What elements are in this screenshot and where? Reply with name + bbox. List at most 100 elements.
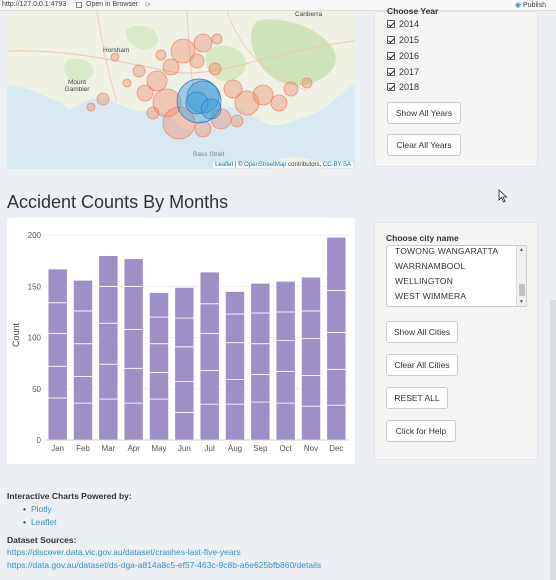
bar-oct[interactable] (275, 280, 296, 441)
bar-segment[interactable] (275, 311, 296, 342)
bar-segment[interactable] (250, 401, 271, 441)
bar-sep[interactable] (250, 282, 271, 441)
bar-segment[interactable] (199, 271, 220, 305)
city-option[interactable]: WEST WIMMERA (395, 289, 466, 303)
bar-segment[interactable] (98, 398, 119, 441)
bar-segment[interactable] (326, 368, 347, 406)
bar-segment[interactable] (72, 343, 94, 377)
refresh-icon[interactable]: ⟳ (145, 1, 151, 9)
year-checkbox-2016[interactable]: 2016 (387, 50, 419, 62)
bar-feb[interactable] (72, 279, 94, 441)
bar-segment[interactable] (300, 405, 322, 441)
bar-jan[interactable] (47, 268, 68, 441)
bar-apr[interactable] (123, 258, 144, 441)
bar-segment[interactable] (224, 313, 246, 344)
checkbox-checked-icon[interactable] (387, 36, 395, 44)
bar-segment[interactable] (174, 286, 195, 319)
bar-segment[interactable] (199, 369, 220, 405)
year-checkbox-2017[interactable]: 2017 (387, 66, 419, 78)
bar-segment[interactable] (224, 291, 246, 315)
bar-segment[interactable] (98, 322, 119, 365)
bar-segment[interactable] (123, 367, 144, 404)
bar-segment[interactable] (300, 338, 322, 376)
bar-aug[interactable] (224, 291, 246, 441)
bar-segment[interactable] (300, 276, 322, 312)
bar-segment[interactable] (174, 411, 195, 441)
bar-segment[interactable] (123, 285, 144, 330)
city-multiselect[interactable]: TOWONG WANGARATTA WARRNAMBOOL WELLINGTON… (386, 245, 527, 307)
bar-segment[interactable] (326, 290, 347, 333)
bar-segment[interactable] (72, 310, 94, 345)
show-all-years-button[interactable]: Show All Years (387, 102, 461, 124)
source-link-vic[interactable]: https://discover.data.vic.gov.au/dataset… (7, 547, 241, 557)
bar-segment[interactable] (300, 310, 322, 339)
bar-segment[interactable] (300, 375, 322, 407)
bar-segment[interactable] (250, 343, 271, 375)
bar-segment[interactable] (250, 374, 271, 403)
bar-segment[interactable] (326, 332, 347, 370)
plotly-link[interactable]: Plotly (23, 504, 52, 514)
checkbox-checked-icon[interactable] (387, 20, 395, 28)
bar-segment[interactable] (98, 255, 119, 287)
city-option[interactable]: TOWONG WANGARATTA (395, 246, 498, 258)
bar-segment[interactable] (250, 312, 271, 345)
bar-segment[interactable] (47, 365, 68, 399)
leaflet-attribution-link[interactable]: Leaflet (215, 162, 233, 168)
city-option[interactable]: WELLINGTON (395, 274, 453, 288)
bar-segment[interactable] (199, 403, 220, 441)
bar-segment[interactable] (199, 333, 220, 371)
bar-segment[interactable] (98, 285, 119, 324)
bar-segment[interactable] (224, 403, 246, 441)
bar-segment[interactable] (148, 292, 170, 318)
bar-segment[interactable] (174, 317, 195, 348)
scrollbar-thumb[interactable] (519, 284, 525, 296)
bar-segment[interactable] (224, 342, 246, 380)
bar-segment[interactable] (224, 379, 246, 405)
help-button[interactable]: Click for Help (386, 420, 456, 442)
bar-segment[interactable] (199, 303, 220, 334)
accident-map[interactable]: Canberra Horsham Mount Gambier Bass Stra… (7, 11, 355, 169)
checkbox-checked-icon[interactable] (387, 83, 395, 91)
osm-attribution-link[interactable]: OpenStreetMap (244, 162, 286, 168)
bar-segment[interactable] (72, 376, 94, 404)
city-list-scrollbar[interactable]: ▲ ▼ (516, 246, 526, 306)
bar-may[interactable] (148, 292, 170, 441)
bar-mar[interactable] (98, 255, 119, 441)
year-checkbox-2014[interactable]: 2014 (387, 18, 419, 30)
bar-segment[interactable] (250, 282, 271, 314)
publish-button[interactable]: ◉ Publish (515, 1, 546, 9)
bar-jul[interactable] (199, 271, 220, 441)
bar-segment[interactable] (275, 370, 296, 404)
page-scrollbar[interactable] (550, 300, 556, 580)
bar-segment[interactable] (72, 279, 94, 312)
city-option[interactable]: WARRNAMBOOL (395, 259, 465, 273)
leaflet-link[interactable]: Leaflet (23, 517, 56, 527)
bar-segment[interactable] (326, 404, 347, 441)
license-link[interactable]: CC-BY-SA (323, 162, 351, 168)
scroll-down-icon[interactable]: ▼ (519, 299, 524, 305)
bar-segment[interactable] (123, 328, 144, 369)
bar-segment[interactable] (47, 397, 68, 441)
clear-all-cities-button[interactable]: Clear All Cities (386, 354, 458, 376)
checkbox-checked-icon[interactable] (387, 52, 395, 60)
bar-dec[interactable] (326, 236, 347, 441)
bar-segment[interactable] (148, 343, 170, 373)
bar-segment[interactable] (72, 402, 94, 441)
bar-segment[interactable] (47, 302, 68, 334)
scroll-up-icon[interactable]: ▲ (519, 247, 524, 253)
open-in-browser-link[interactable]: Open in Browser (86, 1, 138, 8)
bar-segment[interactable] (174, 381, 195, 413)
bar-segment[interactable] (148, 316, 170, 345)
bar-segment[interactable] (275, 402, 296, 441)
bar-jun[interactable] (174, 286, 195, 441)
reset-all-button[interactable]: RESET ALL (386, 387, 448, 409)
bar-segment[interactable] (47, 268, 68, 304)
bar-segment[interactable] (174, 346, 195, 383)
bar-nov[interactable] (300, 276, 322, 441)
bar-segment[interactable] (47, 333, 68, 367)
bar-segment[interactable] (123, 258, 144, 287)
bar-segment[interactable] (275, 280, 296, 313)
year-checkbox-2018[interactable]: 2018 (387, 81, 419, 93)
bar-segment[interactable] (326, 236, 347, 291)
bar-segment[interactable] (275, 340, 296, 372)
